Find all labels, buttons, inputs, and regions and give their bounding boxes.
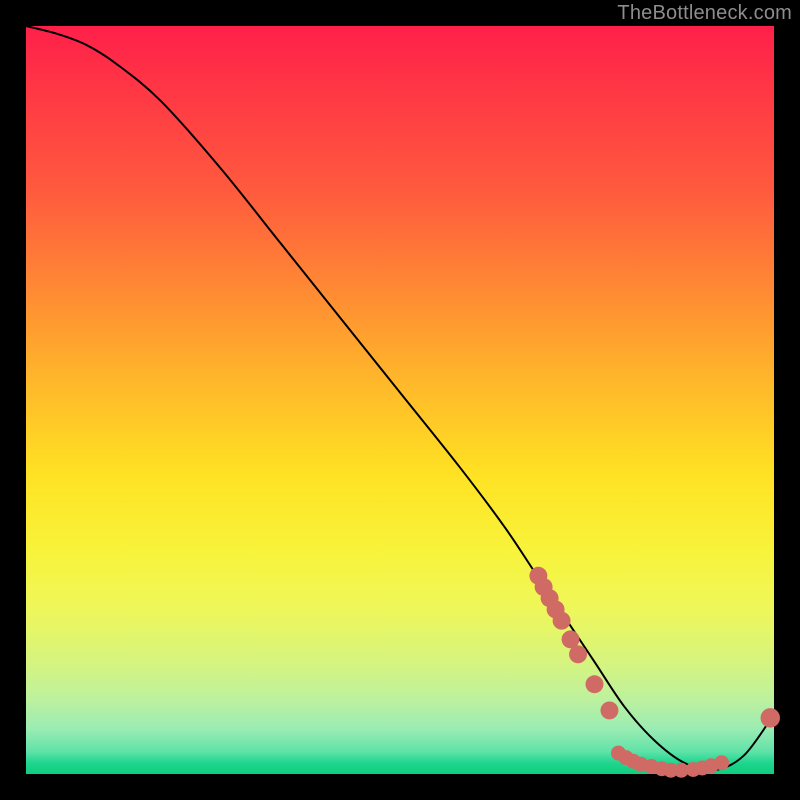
data-marker (600, 701, 618, 719)
chart-stage: TheBottleneck.com (0, 0, 800, 800)
data-marker (761, 708, 780, 727)
data-marker (586, 675, 604, 693)
data-marker (714, 755, 729, 770)
data-markers-group (529, 567, 780, 778)
data-marker (569, 645, 587, 663)
data-marker (553, 612, 571, 630)
bottleneck-curve (26, 26, 774, 771)
chart-plot-area (26, 26, 774, 774)
chart-svg (26, 26, 774, 774)
watermark-text: TheBottleneck.com (617, 2, 792, 25)
